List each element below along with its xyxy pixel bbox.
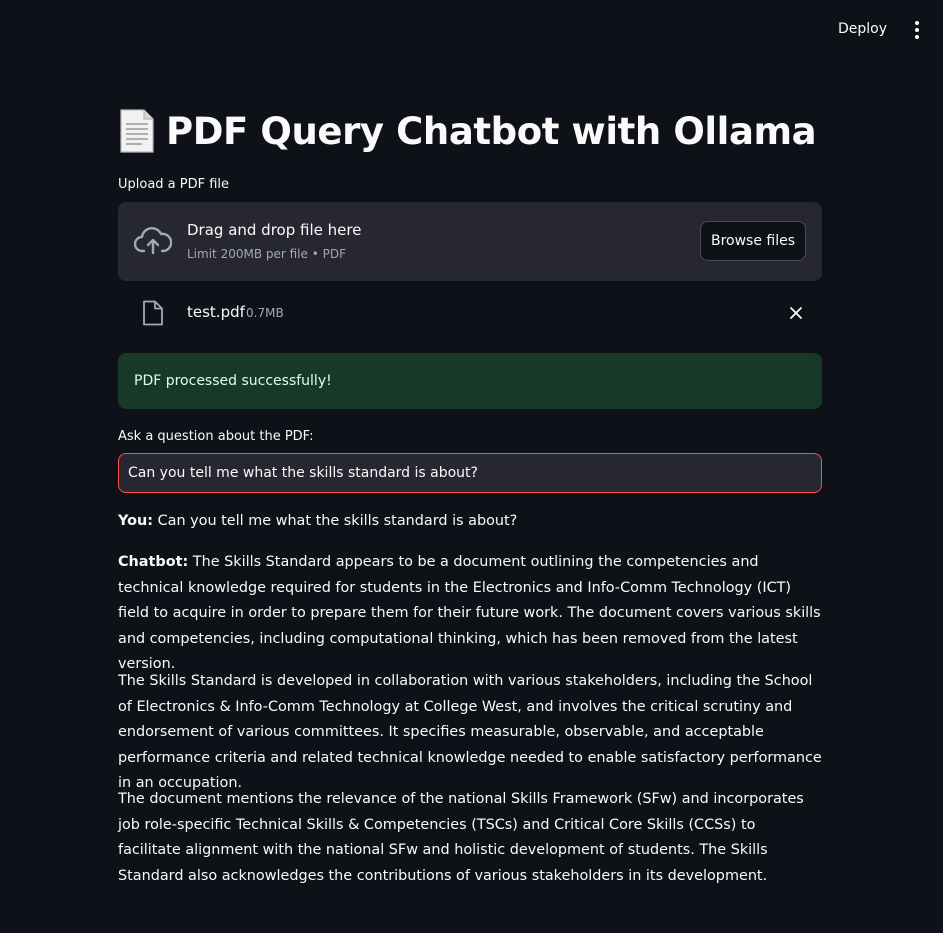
file-dropzone[interactable]: Drag and drop file here Limit 200MB per … [118, 202, 822, 281]
bot-message-paragraph-1: Chatbot: The Skills Standard appears to … [118, 550, 822, 678]
bot-message-paragraph-3: The document mentions the relevance of t… [118, 787, 822, 889]
dropzone-instructions: Drag and drop file here [187, 221, 362, 239]
bot-message-paragraph-2: The Skills Standard is developed in coll… [118, 669, 822, 797]
bot-message-text-2: The Skills Standard is developed in coll… [118, 673, 822, 791]
success-alert: PDF processed successfully! [118, 353, 822, 409]
dropzone-limit: Limit 200MB per file • PDF [187, 247, 346, 261]
file-name: test.pdf [187, 303, 245, 321]
file-size: 0.7MB [246, 306, 284, 320]
page-title-row: PDF Query Chatbot with Ollama [118, 108, 817, 154]
bot-message-text-3: The document mentions the relevance of t… [118, 791, 804, 884]
main-menu-icon[interactable] [909, 19, 925, 41]
deploy-button[interactable]: Deploy [838, 19, 887, 39]
file-icon [143, 300, 163, 326]
upload-label: Upload a PDF file [118, 177, 230, 192]
user-message-text: Can you tell me what the skills standard… [157, 513, 518, 529]
page-facing-up-icon [120, 109, 154, 153]
bot-message-text-1: The Skills Standard appears to be a docu… [118, 554, 821, 672]
user-label: You: [118, 513, 153, 529]
top-toolbar: Deploy [0, 0, 943, 60]
uploaded-file-item: test.pdf 0.7MB [118, 296, 822, 330]
cloud-upload-icon [134, 227, 172, 255]
page-title: PDF Query Chatbot with Ollama [166, 109, 817, 153]
question-input[interactable] [118, 453, 822, 493]
close-icon[interactable] [788, 305, 804, 321]
user-message: You: Can you tell me what the skills sta… [118, 509, 822, 535]
bot-label: Chatbot: [118, 554, 189, 570]
question-label: Ask a question about the PDF: [118, 429, 314, 444]
browse-files-button[interactable]: Browse files [700, 221, 806, 261]
